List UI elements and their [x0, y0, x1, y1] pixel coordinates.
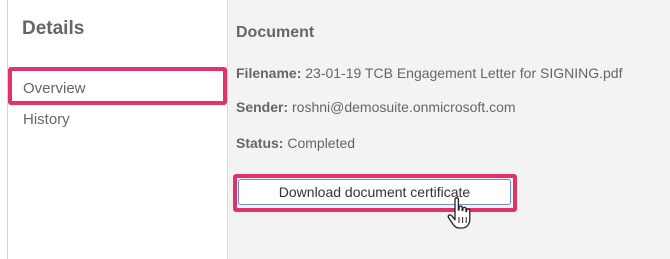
status-row: Status: Completed	[236, 135, 355, 151]
section-title: Document	[236, 24, 315, 41]
sidebar-title: Details	[22, 18, 85, 39]
sender-value: roshni@demosuite.onmicrosoft.com	[292, 99, 516, 115]
document-panel: Document Filename: 23-01-19 TCB Engageme…	[228, 0, 670, 259]
details-sidebar: Details Overview History	[8, 0, 228, 259]
sender-label: Sender:	[236, 99, 289, 115]
filename-label: Filename:	[236, 65, 302, 81]
sidebar-item-label: Overview	[23, 80, 86, 97]
hand-pointer-icon	[447, 197, 471, 229]
filename-row: Filename: 23-01-19 TCB Engagement Letter…	[236, 65, 623, 81]
sender-row: Sender: roshni@demosuite.onmicrosoft.com	[236, 99, 516, 115]
status-label: Status:	[236, 135, 284, 151]
sidebar-item-history[interactable]: History	[8, 106, 227, 134]
filename-value: 23-01-19 TCB Engagement Letter for SIGNI…	[305, 65, 623, 81]
status-value: Completed	[287, 135, 356, 151]
active-indicator	[8, 78, 11, 100]
sidebar-item-label: History	[23, 111, 70, 128]
sidebar-item-overview[interactable]: Overview	[8, 75, 227, 103]
